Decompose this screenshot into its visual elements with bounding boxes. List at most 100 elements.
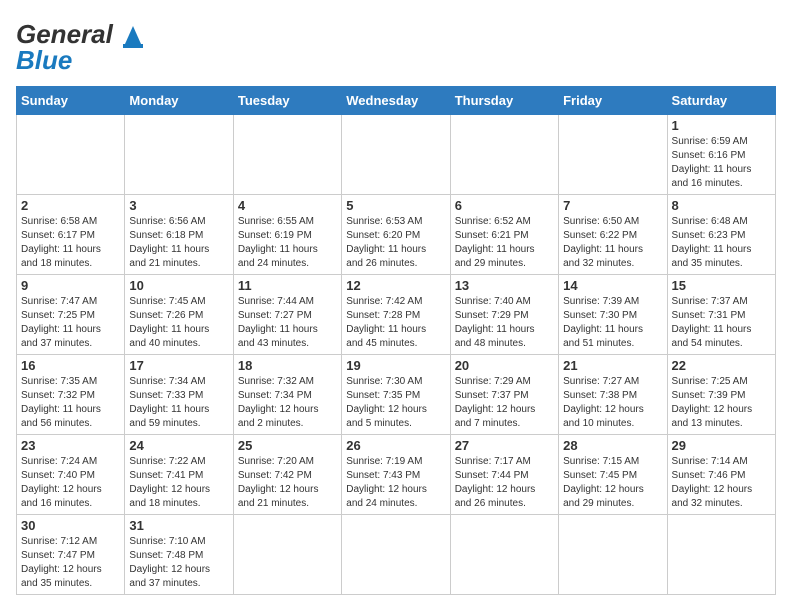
day-number: 14	[563, 278, 662, 293]
day-number: 13	[455, 278, 554, 293]
day-number: 1	[672, 118, 771, 133]
calendar-cell: 1 Sunrise: 6:59 AM Sunset: 6:16 PM Daylig…	[667, 115, 775, 195]
day-number: 5	[346, 198, 445, 213]
calendar-week-row: 1 Sunrise: 6:59 AM Sunset: 6:16 PM Daylig…	[17, 115, 776, 195]
day-info: Sunrise: 6:58 AM Sunset: 6:17 PM Dayligh…	[21, 215, 120, 271]
header: General Blue	[16, 16, 776, 76]
day-number: 12	[346, 278, 445, 293]
calendar-cell: 11 Sunrise: 7:44 AM Sunset: 7:27 PM Dayli…	[233, 275, 341, 355]
day-number: 18	[238, 358, 337, 373]
day-number: 22	[672, 358, 771, 373]
calendar-cell: 14 Sunrise: 7:39 AM Sunset: 7:30 PM Dayli…	[559, 275, 667, 355]
calendar-cell: 12 Sunrise: 7:42 AM Sunset: 7:28 PM Dayli…	[342, 275, 450, 355]
day-info: Sunrise: 7:32 AM Sunset: 7:34 PM Dayligh…	[238, 375, 337, 431]
day-number: 6	[455, 198, 554, 213]
calendar-week-row: 30 Sunrise: 7:12 AM Sunset: 7:47 PM Dayli…	[17, 515, 776, 595]
calendar-cell	[667, 515, 775, 595]
day-number: 31	[129, 518, 228, 533]
day-info: Sunrise: 6:55 AM Sunset: 6:19 PM Dayligh…	[238, 215, 337, 271]
calendar-cell: 21Sunrise: 7:27 AM Sunset: 7:38 PM Dayli…	[559, 355, 667, 435]
day-number: 16	[21, 358, 120, 373]
day-info: Sunrise: 7:39 AM Sunset: 7:30 PM Dayligh…	[563, 295, 662, 351]
calendar-cell: 19Sunrise: 7:30 AM Sunset: 7:35 PM Dayli…	[342, 355, 450, 435]
day-info: Sunrise: 7:30 AM Sunset: 7:35 PM Dayligh…	[346, 375, 445, 431]
day-info: Sunrise: 7:44 AM Sunset: 7:27 PM Dayligh…	[238, 295, 337, 351]
calendar-cell: 31 Sunrise: 7:10 AM Sunset: 7:48 PM Dayli…	[125, 515, 233, 595]
day-info: Sunrise: 7:22 AM Sunset: 7:41 PM Dayligh…	[129, 455, 228, 511]
day-number: 20	[455, 358, 554, 373]
day-info: Sunrise: 6:53 AM Sunset: 6:20 PM Dayligh…	[346, 215, 445, 271]
day-number: 28	[563, 438, 662, 453]
calendar-cell: 6 Sunrise: 6:52 AM Sunset: 6:21 PM Daylig…	[450, 195, 558, 275]
calendar-cell: 25 Sunrise: 7:20 AM Sunset: 7:42 PM Dayli…	[233, 435, 341, 515]
day-header-tuesday: Tuesday	[233, 87, 341, 115]
day-number: 7	[563, 198, 662, 213]
day-info: Sunrise: 7:42 AM Sunset: 7:28 PM Dayligh…	[346, 295, 445, 351]
calendar-cell: 30 Sunrise: 7:12 AM Sunset: 7:47 PM Dayli…	[17, 515, 125, 595]
day-header-friday: Friday	[559, 87, 667, 115]
day-number: 15	[672, 278, 771, 293]
calendar-cell: 23Sunrise: 7:24 AM Sunset: 7:40 PM Dayli…	[17, 435, 125, 515]
calendar-cell: 15 Sunrise: 7:37 AM Sunset: 7:31 PM Dayli…	[667, 275, 775, 355]
calendar-header-row: SundayMondayTuesdayWednesdayThursdayFrid…	[17, 87, 776, 115]
calendar-cell	[450, 115, 558, 195]
calendar-cell	[559, 115, 667, 195]
day-number: 9	[21, 278, 120, 293]
day-number: 2	[21, 198, 120, 213]
day-info: Sunrise: 7:25 AM Sunset: 7:39 PM Dayligh…	[672, 375, 771, 431]
day-header-wednesday: Wednesday	[342, 87, 450, 115]
day-number: 30	[21, 518, 120, 533]
day-info: Sunrise: 6:56 AM Sunset: 6:18 PM Dayligh…	[129, 215, 228, 271]
logo-icon-shape	[117, 16, 149, 53]
calendar-cell: 22 Sunrise: 7:25 AM Sunset: 7:39 PM Dayli…	[667, 355, 775, 435]
day-info: Sunrise: 7:12 AM Sunset: 7:47 PM Dayligh…	[21, 535, 120, 591]
day-info: Sunrise: 6:48 AM Sunset: 6:23 PM Dayligh…	[672, 215, 771, 271]
day-header-sunday: Sunday	[17, 87, 125, 115]
day-number: 21	[563, 358, 662, 373]
day-info: Sunrise: 7:34 AM Sunset: 7:33 PM Dayligh…	[129, 375, 228, 431]
day-number: 4	[238, 198, 337, 213]
calendar-table: SundayMondayTuesdayWednesdayThursdayFrid…	[16, 86, 776, 595]
calendar-cell: 2 Sunrise: 6:58 AM Sunset: 6:17 PM Daylig…	[17, 195, 125, 275]
day-info: Sunrise: 7:10 AM Sunset: 7:48 PM Dayligh…	[129, 535, 228, 591]
calendar-week-row: 2 Sunrise: 6:58 AM Sunset: 6:17 PM Daylig…	[17, 195, 776, 275]
calendar-cell: 13 Sunrise: 7:40 AM Sunset: 7:29 PM Dayli…	[450, 275, 558, 355]
calendar-week-row: 23Sunrise: 7:24 AM Sunset: 7:40 PM Dayli…	[17, 435, 776, 515]
day-info: Sunrise: 7:35 AM Sunset: 7:32 PM Dayligh…	[21, 375, 120, 431]
day-number: 25	[238, 438, 337, 453]
day-info: Sunrise: 7:20 AM Sunset: 7:42 PM Dayligh…	[238, 455, 337, 511]
calendar-cell: 8 Sunrise: 6:48 AM Sunset: 6:23 PM Daylig…	[667, 195, 775, 275]
calendar-cell: 4 Sunrise: 6:55 AM Sunset: 6:19 PM Daylig…	[233, 195, 341, 275]
day-number: 29	[672, 438, 771, 453]
logo: General Blue	[16, 16, 149, 76]
calendar-cell	[342, 115, 450, 195]
day-info: Sunrise: 7:37 AM Sunset: 7:31 PM Dayligh…	[672, 295, 771, 351]
calendar-cell: 9 Sunrise: 7:47 AM Sunset: 7:25 PM Daylig…	[17, 275, 125, 355]
day-info: Sunrise: 7:40 AM Sunset: 7:29 PM Dayligh…	[455, 295, 554, 351]
day-number: 8	[672, 198, 771, 213]
day-info: Sunrise: 7:15 AM Sunset: 7:45 PM Dayligh…	[563, 455, 662, 511]
calendar-cell: 29Sunrise: 7:14 AM Sunset: 7:46 PM Dayli…	[667, 435, 775, 515]
day-number: 3	[129, 198, 228, 213]
calendar-cell: 26Sunrise: 7:19 AM Sunset: 7:43 PM Dayli…	[342, 435, 450, 515]
calendar-cell: 24Sunrise: 7:22 AM Sunset: 7:41 PM Dayli…	[125, 435, 233, 515]
calendar-cell: 16 Sunrise: 7:35 AM Sunset: 7:32 PM Dayli…	[17, 355, 125, 435]
day-number: 11	[238, 278, 337, 293]
calendar-cell: 3 Sunrise: 6:56 AM Sunset: 6:18 PM Daylig…	[125, 195, 233, 275]
day-info: Sunrise: 6:52 AM Sunset: 6:21 PM Dayligh…	[455, 215, 554, 271]
calendar-cell: 20Sunrise: 7:29 AM Sunset: 7:37 PM Dayli…	[450, 355, 558, 435]
day-info: Sunrise: 7:19 AM Sunset: 7:43 PM Dayligh…	[346, 455, 445, 511]
calendar-cell: 5 Sunrise: 6:53 AM Sunset: 6:20 PM Daylig…	[342, 195, 450, 275]
day-header-saturday: Saturday	[667, 87, 775, 115]
day-number: 27	[455, 438, 554, 453]
day-info: Sunrise: 7:47 AM Sunset: 7:25 PM Dayligh…	[21, 295, 120, 351]
calendar-week-row: 9 Sunrise: 7:47 AM Sunset: 7:25 PM Daylig…	[17, 275, 776, 355]
day-info: Sunrise: 6:59 AM Sunset: 6:16 PM Dayligh…	[672, 135, 771, 191]
calendar-cell	[17, 115, 125, 195]
day-info: Sunrise: 7:17 AM Sunset: 7:44 PM Dayligh…	[455, 455, 554, 511]
day-number: 17	[129, 358, 228, 373]
day-number: 23	[21, 438, 120, 453]
calendar-cell: 18 Sunrise: 7:32 AM Sunset: 7:34 PM Dayli…	[233, 355, 341, 435]
calendar-cell	[125, 115, 233, 195]
day-header-monday: Monday	[125, 87, 233, 115]
